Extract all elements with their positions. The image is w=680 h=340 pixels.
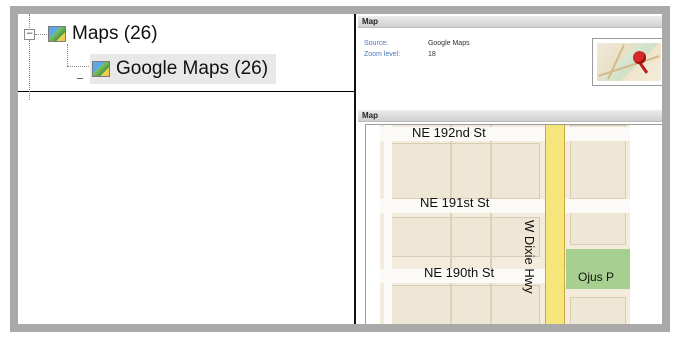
city-block [570, 297, 626, 324]
map-canvas: NE 192nd St NE 191st St NE 190th St NE 1… [380, 125, 630, 332]
property-value: Google Maps [427, 40, 470, 47]
city-block [570, 209, 626, 245]
property-label: Zoom level: [364, 51, 401, 58]
street [380, 199, 630, 213]
highway [545, 125, 565, 324]
park-label: Ojus P [578, 270, 615, 284]
details-pane: Map Source: Google Maps Zoom level: 18 M… [356, 14, 662, 324]
tree-line [77, 78, 83, 79]
lot-line [450, 125, 452, 324]
map-thumbnail[interactable] [592, 38, 662, 86]
window-frame: − Maps (26) Google Maps (26) Map Source:… [10, 6, 670, 332]
map-thumbnail-image [597, 43, 661, 81]
tree-node-google-maps[interactable]: Google Maps (26) [90, 54, 277, 84]
tree-node-label: Google Maps (26) [116, 58, 269, 79]
map-icon [48, 26, 66, 42]
property-row-zoom-level: Zoom level: 18 [364, 51, 436, 58]
tree-pane[interactable]: − Maps (26) Google Maps (26) [18, 14, 354, 324]
map-pin-icon [633, 51, 646, 64]
street-label: NE 191st St [420, 195, 490, 210]
city-block [390, 143, 540, 199]
street [384, 125, 392, 324]
map-preview[interactable]: NE 192nd St NE 191st St NE 190th St NE 1… [365, 124, 662, 332]
tree-line [29, 40, 30, 100]
tree-line [67, 44, 68, 66]
section-header-map-preview: Map [358, 110, 662, 122]
city-block [390, 285, 540, 324]
collapse-toggle-icon[interactable]: − [24, 29, 35, 40]
street-label: NE 18 [594, 324, 628, 332]
property-value: 18 [427, 51, 436, 58]
thumbnail-road [607, 44, 625, 80]
tree-node-maps[interactable]: Maps (26) [48, 21, 158, 47]
section-header-map: Map [358, 16, 662, 28]
tree-line [29, 14, 30, 28]
tree-line [67, 66, 89, 67]
lot-line [490, 125, 492, 324]
property-label: Source: [364, 40, 389, 47]
thumbnail-road [598, 55, 660, 77]
street-label: NE 190th St [424, 265, 495, 280]
tree-node-label: Maps (26) [72, 23, 158, 44]
property-row-source: Source: Google Maps [364, 40, 470, 47]
map-icon [92, 61, 110, 77]
highway-label: W Dixie Hwy [522, 220, 537, 294]
tree-line [35, 34, 47, 35]
city-block [390, 217, 540, 257]
street-label: NE 192nd St [412, 125, 486, 140]
